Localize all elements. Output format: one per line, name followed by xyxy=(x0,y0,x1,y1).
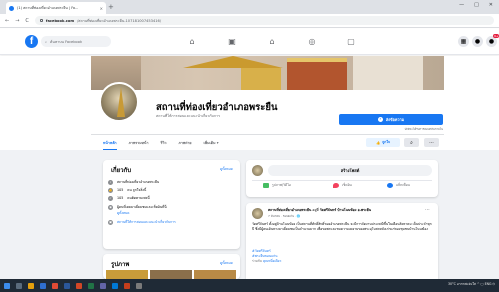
system-tray[interactable]: 30°C อากาศแจ่มใส ^ ▢ ENG ⏻ xyxy=(448,282,495,287)
excel-icon[interactable] xyxy=(88,282,94,289)
edge-icon[interactable] xyxy=(40,282,46,289)
facebook-favicon-icon xyxy=(9,5,14,11)
photo-thumbnail[interactable] xyxy=(150,270,192,279)
tab-home[interactable]: หน้าหลัก xyxy=(103,136,117,150)
messenger-icon: ⚡ xyxy=(377,117,383,122)
app-icon[interactable] xyxy=(136,282,142,289)
app-icon[interactable] xyxy=(124,282,130,289)
send-message-label: ส่งข้อความ xyxy=(385,116,405,122)
tab-title: (1) สถานที่ท่องเที่ยวอำเภอพระยืน | Fa... xyxy=(17,6,79,10)
address-bar-row: ← → C facebook.com /สถานที่ท่องเที่ยวอำเ… xyxy=(0,14,499,28)
outlook-icon[interactable] xyxy=(112,282,118,289)
create-post-input[interactable]: สร้างโพสต์ xyxy=(268,165,432,176)
about-see-all-link[interactable]: ดูทั้งหมด xyxy=(220,167,233,172)
tagged-person-link[interactable]: คุณหนึ่งเดียว xyxy=(263,259,281,263)
page-profile-picture[interactable] xyxy=(99,82,139,122)
about-row-likes: 👍 105 คน ถูกใจสิ่งนี้ xyxy=(108,188,147,193)
tab-overview[interactable]: ภาพรวมหน้า xyxy=(129,136,149,150)
composer-divider xyxy=(252,180,432,181)
powerpoint-icon[interactable] xyxy=(76,282,82,289)
back-button[interactable]: ← xyxy=(5,18,9,24)
like-label: ถูกใจ xyxy=(382,140,390,144)
like-icon: 👍 xyxy=(108,188,113,193)
tag-friends-icon xyxy=(387,183,393,188)
teams-icon[interactable] xyxy=(100,282,106,289)
send-message-button[interactable]: ⚡ ส่งข้อความ xyxy=(339,114,443,125)
photos-see-all-link[interactable]: ดูทั้งหมด xyxy=(220,261,233,266)
checkin-button[interactable]: เช็คอิน xyxy=(333,183,352,188)
url-host: facebook.com xyxy=(45,18,75,23)
post-more-button[interactable]: ··· xyxy=(425,207,430,213)
photo-video-button[interactable]: รูปภาพ/วิดีโอ xyxy=(263,183,291,188)
notification-badge: 9+ xyxy=(493,34,499,38)
tab-more[interactable]: เพิ่มเติม ▾ xyxy=(204,136,219,150)
search-icon: ⌕ xyxy=(45,39,48,44)
about-row-link[interactable]: ดูทั้งหมด xyxy=(117,211,177,216)
tab-photos[interactable]: ภาพถ่าย xyxy=(178,136,191,150)
messenger-icon[interactable]: ● xyxy=(472,36,483,47)
post-author-line: สถานที่ท่องเที่ยวอำเภอพระยืน อยู่ที่ วัด… xyxy=(268,208,372,212)
cover-photo[interactable] xyxy=(91,56,444,90)
bell-icon[interactable]: ● 9+ xyxy=(486,34,499,47)
about-row-description: i สถานที่ท่องเที่ยวอำเภอพระยืน xyxy=(108,180,236,185)
post-location[interactable]: วัดศรีจันทร์ บ้านโนนฆ้อง อ.พระยืน xyxy=(320,208,371,212)
page-tabs: หน้าหลัก ภาพรวมหน้า รีวิว ภาพถ่าย เพิ่มเ… xyxy=(103,136,219,150)
page-search-button[interactable]: ⌕ xyxy=(404,138,419,147)
search-placeholder: ค้นหาบน Facebook xyxy=(50,39,83,44)
browser-tab[interactable]: (1) สถานที่ท่องเที่ยวอำเภอพระยืน | Fa...… xyxy=(6,2,106,14)
web-icon: ▣ xyxy=(108,220,113,225)
photo-thumbnail[interactable] xyxy=(194,270,236,279)
minimize-button[interactable]: — xyxy=(459,2,464,8)
window-controls: — □ ✕ xyxy=(459,2,493,8)
avatar[interactable] xyxy=(252,165,263,176)
search-taskbar-icon[interactable] xyxy=(16,282,22,289)
marketplace-icon[interactable]: ⌂ xyxy=(265,36,279,47)
post-author[interactable]: สถานที่ท่องเที่ยวอำเภอพระยืน xyxy=(268,208,311,212)
facebook-search-input[interactable]: ⌕ ค้นหาบน Facebook xyxy=(41,36,111,47)
menu-grid-icon[interactable]: ▦ xyxy=(458,36,469,47)
maximize-button[interactable]: □ xyxy=(474,2,479,8)
forward-button[interactable]: → xyxy=(15,18,19,24)
location-pin-icon xyxy=(333,183,339,188)
windows-taskbar xyxy=(0,279,499,292)
new-tab-button[interactable]: + xyxy=(108,3,114,11)
page-category: สถานที่ให้การสอนและแนะนำเกี่ยวกับการ xyxy=(156,114,221,118)
video-icon[interactable]: ▣ xyxy=(225,36,239,47)
reload-button[interactable]: C xyxy=(25,18,29,24)
about-title: เกี่ยวกับ xyxy=(111,167,132,174)
url-path: /สถานที่ท่องเที่ยวอำเภอพระยืน-1071810074… xyxy=(77,18,162,23)
like-page-button[interactable]: 👍 ถูกใจ xyxy=(366,138,400,147)
page-more-button[interactable]: ··· xyxy=(424,138,439,147)
home-icon[interactable]: ⌂ xyxy=(185,36,199,47)
reply-time-text: ปกติจะได้รับการตอบกลับภายใน xyxy=(404,127,443,131)
url-field[interactable]: facebook.com /สถานที่ท่องเที่ยวอำเภอพระย… xyxy=(34,16,494,25)
follow-icon: ✓ xyxy=(108,196,113,201)
gaming-icon[interactable]: ▢ xyxy=(344,36,358,47)
facebook-logo-icon[interactable]: f xyxy=(25,35,38,48)
photo-thumbnail[interactable] xyxy=(106,270,148,279)
post-meta: 7 มีนาคม · ขอนแก่น · 🌐 xyxy=(268,214,301,218)
checkin-icon: ◉ xyxy=(108,205,113,210)
about-row-checkins: ◉ ผู้คนที่เคยมาเยี่ยมชมและเช็คอินที่นี่ xyxy=(108,205,167,210)
file-explorer-icon[interactable] xyxy=(28,282,34,289)
tab-close-button[interactable]: × xyxy=(100,6,103,11)
thumbs-up-icon: 👍 xyxy=(376,140,381,145)
photos-title: รูปภาพ xyxy=(111,261,130,268)
lock-icon xyxy=(39,19,43,22)
tag-friends-button[interactable]: แท็กเพื่อน xyxy=(387,183,410,188)
info-icon: i xyxy=(108,180,113,185)
header-divider xyxy=(91,134,444,135)
post-with-line: ร่วมกับ คุณหนึ่งเดียว xyxy=(252,259,282,263)
word-icon[interactable] xyxy=(64,282,70,289)
about-row-category: ▣ สถานที่ให้การสอนและแนะนำเกี่ยวกับการ xyxy=(108,220,176,225)
avatar[interactable] xyxy=(252,208,263,219)
about-row-followers: ✓ 105 คนติดตามเพจนี้ xyxy=(108,196,150,201)
close-window-button[interactable]: ✕ xyxy=(489,2,493,8)
photo-icon xyxy=(263,183,269,188)
groups-icon[interactable]: ◎ xyxy=(305,36,319,47)
tab-reviews[interactable]: รีวิว xyxy=(161,136,167,150)
post-body: วัดศรีจันทร์ ตั้งอยู่บ้านโนนฆ้อง เป็นสถา… xyxy=(252,222,432,231)
start-icon[interactable] xyxy=(4,282,10,289)
chrome-icon[interactable] xyxy=(52,282,58,289)
